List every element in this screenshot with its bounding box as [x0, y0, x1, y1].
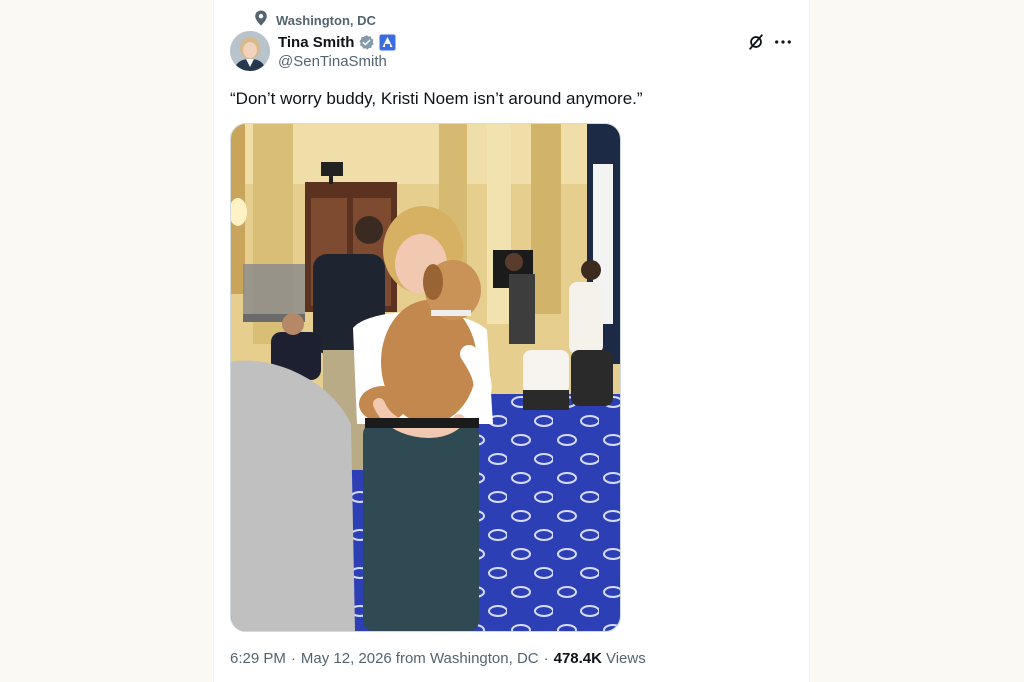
tweet-date[interactable]: May 12, 2026 — [301, 650, 392, 667]
views-label: Views — [605, 649, 646, 667]
tweet-source: from Washington, DC — [395, 649, 539, 667]
grok-icon[interactable] — [746, 32, 766, 52]
more-horizontal-icon[interactable] — [772, 32, 794, 52]
location-row[interactable]: Washington, DC — [254, 10, 376, 31]
tweet-meta: 6:29 PM · May 12, 2026 from Washington, … — [230, 648, 646, 668]
display-name[interactable]: Tina Smith — [278, 34, 354, 51]
meta-separator: · — [543, 649, 549, 667]
location-pin-icon — [254, 10, 268, 31]
views-count[interactable]: 478.4K — [554, 650, 602, 667]
tweet-photo[interactable] — [230, 123, 621, 632]
meta-separator: · — [290, 649, 296, 667]
avatar[interactable] — [230, 31, 270, 71]
affiliate-badge-icon[interactable] — [379, 34, 396, 51]
tweet-text: “Don’t worry buddy, Kristi Noem isn’t ar… — [230, 89, 643, 108]
name-row: Tina Smith — [278, 32, 396, 52]
verified-badge-icon[interactable] — [358, 34, 375, 51]
location-text: Washington, DC — [276, 12, 376, 28]
tweet-time[interactable]: 6:29 PM — [230, 650, 286, 667]
tweet-card: Washington, DC Tina Smith @SenTinaSmith … — [213, 0, 810, 682]
handle[interactable]: @SenTinaSmith — [278, 53, 387, 70]
